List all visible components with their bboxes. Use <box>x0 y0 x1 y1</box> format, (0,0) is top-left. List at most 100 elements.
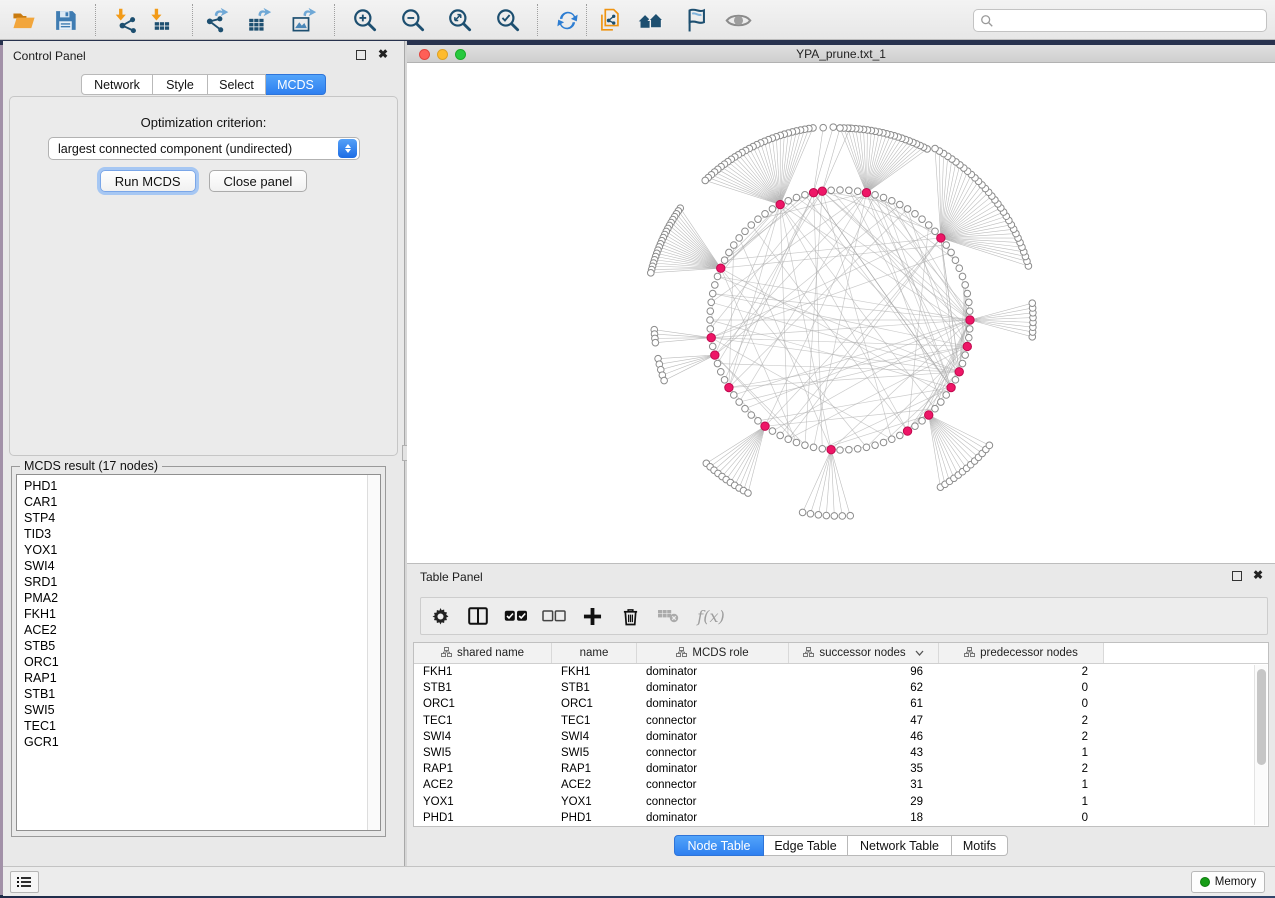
leaf-node[interactable] <box>652 339 659 346</box>
mcds-hub-node[interactable] <box>725 383 733 391</box>
ring-node[interactable] <box>726 249 733 256</box>
mcds-hub-node[interactable] <box>937 234 945 242</box>
mcds-hub-node[interactable] <box>903 427 911 435</box>
mcds-result-item[interactable]: FKH1 <box>24 606 380 622</box>
mcds-hub-node[interactable] <box>707 334 715 342</box>
table-row[interactable]: TEC1TEC1connector472 <box>414 713 1268 729</box>
mcds-result-item[interactable]: GCR1 <box>24 734 380 750</box>
mcds-hub-node[interactable] <box>809 189 817 197</box>
mcds-result-item[interactable]: PMA2 <box>24 590 380 606</box>
ring-node[interactable] <box>952 257 959 264</box>
ring-node[interactable] <box>721 377 728 384</box>
zoom-fit-icon[interactable] <box>444 5 474 35</box>
ring-node[interactable] <box>828 187 835 194</box>
ring-node[interactable] <box>965 299 972 306</box>
table-row[interactable]: SWI5SWI5connector431 <box>414 745 1268 761</box>
ring-node[interactable] <box>802 192 809 199</box>
mcds-hub-node[interactable] <box>955 368 963 376</box>
table-row[interactable]: ACE2ACE2connector311 <box>414 777 1268 793</box>
ring-node[interactable] <box>912 423 919 430</box>
select-all-icon[interactable] <box>497 601 535 631</box>
ring-node[interactable] <box>736 235 743 242</box>
leaf-node[interactable] <box>661 377 668 384</box>
leaf-node[interactable] <box>847 512 854 519</box>
mcds-result-item[interactable]: STB5 <box>24 638 380 654</box>
ring-node[interactable] <box>932 405 939 412</box>
mcds-result-item[interactable]: ORC1 <box>24 654 380 670</box>
ring-node[interactable] <box>785 436 792 443</box>
leaf-node[interactable] <box>1029 300 1036 307</box>
table-row[interactable]: STB1STB1dominator620 <box>414 680 1268 696</box>
column-header-mcds-role[interactable]: MCDS role <box>637 643 789 663</box>
leaf-node[interactable] <box>820 124 827 131</box>
column-header-shared-name[interactable]: shared name <box>414 643 552 663</box>
mcds-hub-node[interactable] <box>776 200 784 208</box>
ring-node[interactable] <box>802 442 809 449</box>
table-scrollbar[interactable] <box>1254 665 1267 825</box>
ring-node[interactable] <box>819 445 826 452</box>
ring-node[interactable] <box>736 399 743 406</box>
export-network-icon[interactable] <box>201 5 231 35</box>
ring-node[interactable] <box>962 352 969 359</box>
leaf-node[interactable] <box>823 512 830 519</box>
ring-node[interactable] <box>793 439 800 446</box>
ring-node[interactable] <box>872 192 879 199</box>
leaf-node[interactable] <box>839 513 846 520</box>
ring-node[interactable] <box>777 432 784 439</box>
mcds-result-item[interactable]: STB1 <box>24 686 380 702</box>
export-table-icon[interactable] <box>243 5 273 35</box>
ring-node[interactable] <box>709 290 716 297</box>
ring-node[interactable] <box>709 343 716 350</box>
mcds-hub-node[interactable] <box>761 422 769 430</box>
search-input[interactable] <box>994 12 1266 30</box>
mcds-result-item[interactable]: SWI5 <box>24 702 380 718</box>
home-icon[interactable] <box>635 5 665 35</box>
node-table[interactable]: shared namenameMCDS rolesuccessor nodesp… <box>413 642 1269 827</box>
leaf-node[interactable] <box>830 124 837 131</box>
ring-node[interactable] <box>919 418 926 425</box>
mcds-hub-node[interactable] <box>717 264 725 272</box>
search-box[interactable] <box>973 9 1267 32</box>
float-table-panel-icon[interactable] <box>1232 571 1242 581</box>
leaf-node[interactable] <box>799 509 806 516</box>
mcds-hub-node[interactable] <box>862 189 870 197</box>
tab-edge-table[interactable]: Edge Table <box>764 835 848 856</box>
mcds-result-item[interactable]: ACE2 <box>24 622 380 638</box>
ring-node[interactable] <box>730 392 737 399</box>
leaf-node[interactable] <box>815 512 822 519</box>
leaf-node[interactable] <box>745 490 752 497</box>
close-panel-button[interactable]: Close panel <box>209 170 308 192</box>
mcds-result-item[interactable]: SWI4 <box>24 558 380 574</box>
ring-node[interactable] <box>912 210 919 217</box>
column-header-successor-nodes[interactable]: successor nodes <box>789 643 939 663</box>
ring-node[interactable] <box>846 446 853 453</box>
tab-style[interactable]: Style <box>153 74 208 95</box>
table-row[interactable]: YOX1YOX1connector291 <box>414 794 1268 810</box>
ring-node[interactable] <box>785 197 792 204</box>
ring-node[interactable] <box>959 360 966 367</box>
zoom-selected-icon[interactable] <box>492 5 522 35</box>
table-row[interactable]: ORC1ORC1dominator610 <box>414 696 1268 712</box>
ring-node[interactable] <box>708 299 715 306</box>
style-icon[interactable] <box>680 5 710 35</box>
mcds-hub-node[interactable] <box>711 351 719 359</box>
table-row[interactable]: PHD1PHD1dominator180 <box>414 810 1268 826</box>
ring-node[interactable] <box>769 206 776 213</box>
add-column-icon[interactable] <box>573 601 611 631</box>
memory-button[interactable]: Memory <box>1191 871 1265 893</box>
ring-node[interactable] <box>854 445 861 452</box>
ring-node[interactable] <box>742 228 749 235</box>
mcds-result-list[interactable]: PHD1CAR1STP4TID3YOX1SWI4SRD1PMA2FKH1ACE2… <box>16 474 381 831</box>
mcds-hub-node[interactable] <box>818 187 826 195</box>
ring-node[interactable] <box>872 442 879 449</box>
ring-node[interactable] <box>707 308 714 315</box>
delete-column-icon[interactable] <box>611 601 649 631</box>
ring-node[interactable] <box>932 228 939 235</box>
mcds-hub-node[interactable] <box>963 342 971 350</box>
mcds-result-item[interactable]: STP4 <box>24 510 380 526</box>
ring-node[interactable] <box>793 194 800 201</box>
ring-node[interactable] <box>707 317 714 324</box>
tab-select[interactable]: Select <box>208 74 266 95</box>
float-panel-icon[interactable] <box>356 50 366 60</box>
ring-node[interactable] <box>837 187 844 194</box>
